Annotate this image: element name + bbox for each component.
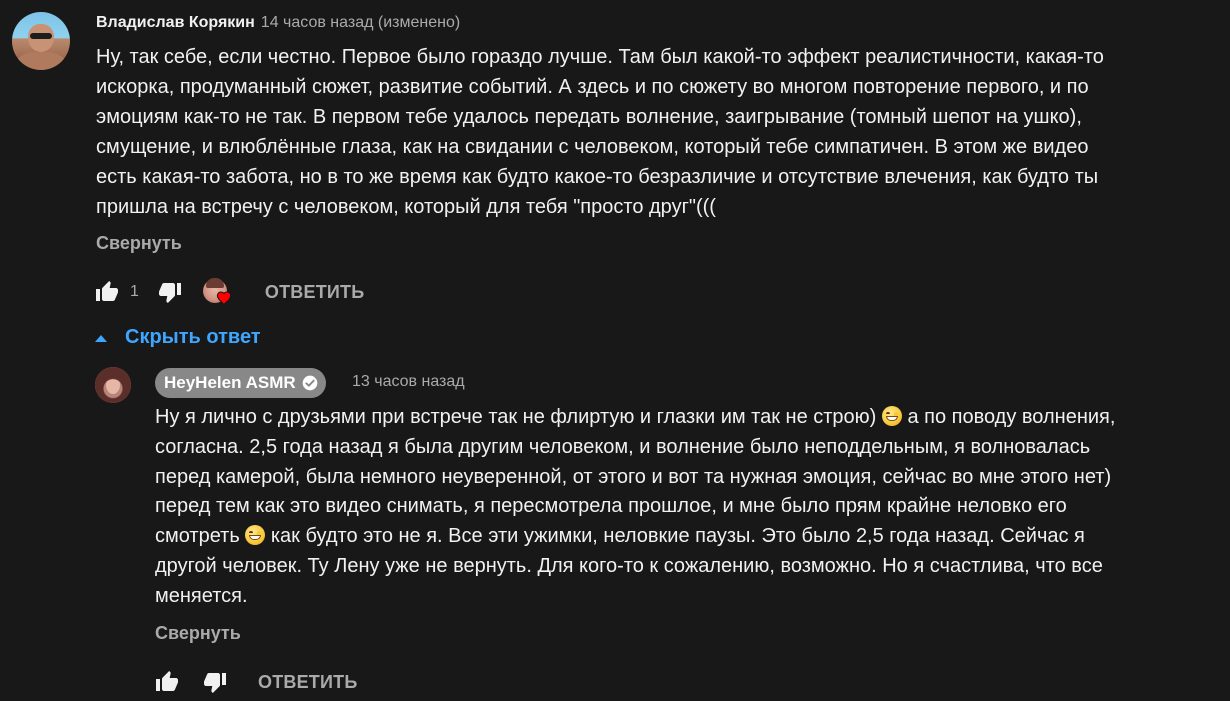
comment-text: Ну, так себе, если честно. Первое было г…	[96, 42, 1206, 222]
reply-line: согласна. 2,5 года назад я была другим ч…	[155, 435, 1091, 458]
comment-line: искорка, продуманный сюжет, развитие соб…	[96, 76, 1089, 98]
reply-time[interactable]: 13 часов назад	[352, 373, 465, 391]
comment-line: Ну, так себе, если честно. Первое было г…	[96, 46, 1104, 68]
collapse-button[interactable]: Свернуть	[96, 233, 182, 254]
author-avatar[interactable]	[12, 12, 70, 70]
comment-line: пришла на встречу с человеком, который д…	[96, 196, 716, 218]
hide-replies-button[interactable]: Скрыть ответ	[95, 326, 261, 349]
channel-avatar[interactable]	[95, 367, 131, 403]
author-name[interactable]: Владислав Корякин	[96, 14, 255, 32]
reply-line: Ну я лично с друзьями при встрече так не…	[155, 406, 1116, 428]
grinning-face-emoji	[881, 406, 902, 426]
creator-heart-icon	[216, 291, 232, 305]
reply-button[interactable]: ОТВЕТИТЬ	[265, 282, 364, 303]
reply-line: другой человек. Ту Лену уже не вернуть. …	[155, 554, 1103, 577]
grinning-face-emoji	[245, 525, 266, 546]
comment-line: есть какая-то забота, но в то же время к…	[96, 166, 1099, 188]
reply-line: перед камерой, была немного неуверенной,…	[155, 465, 1112, 488]
channel-name: HeyHelen ASMR	[164, 373, 296, 392]
comment-line: смущение, и влюблённые глаза, как на сви…	[96, 136, 1089, 158]
comment-header: Владислав Корякин 14 часов назад (измене…	[96, 11, 460, 35]
reply-line: меняется.	[155, 584, 248, 607]
comment-time[interactable]: 14 часов назад (изменено)	[261, 14, 460, 32]
like-count: 1	[130, 283, 139, 300]
reply-actions: ОТВЕТИТЬ	[154, 667, 357, 697]
hide-replies-label: Скрыть ответ	[125, 326, 261, 348]
creator-heart	[202, 277, 233, 307]
reply-line: перед тем как это видео снимать, я перес…	[155, 495, 1067, 518]
comment-line: эмоциям как-то не так. В первом тебе уда…	[96, 106, 1082, 128]
reply-line: смотреть как будто это не я. Все эти ужи…	[155, 525, 1085, 548]
channel-name-badge[interactable]: HeyHelen ASMR	[155, 368, 326, 398]
comment-actions: 1 ОТВЕТИТЬ	[94, 277, 364, 307]
verified-check-icon	[302, 375, 317, 391]
reply-collapse-button[interactable]: Свернуть	[155, 623, 241, 644]
reply-text: Ну я лично с друзьями при встрече так не…	[155, 403, 1215, 612]
thumb-down-icon[interactable]	[157, 279, 183, 305]
thumb-up-icon[interactable]	[94, 279, 120, 305]
thumb-down-icon[interactable]	[202, 669, 228, 695]
reply-button[interactable]: ОТВЕТИТЬ	[258, 672, 357, 693]
thumb-up-icon[interactable]	[154, 669, 180, 695]
comment-thread: Владислав Корякин 14 часов назад (измене…	[0, 0, 1230, 701]
caret-up-icon	[95, 334, 107, 342]
